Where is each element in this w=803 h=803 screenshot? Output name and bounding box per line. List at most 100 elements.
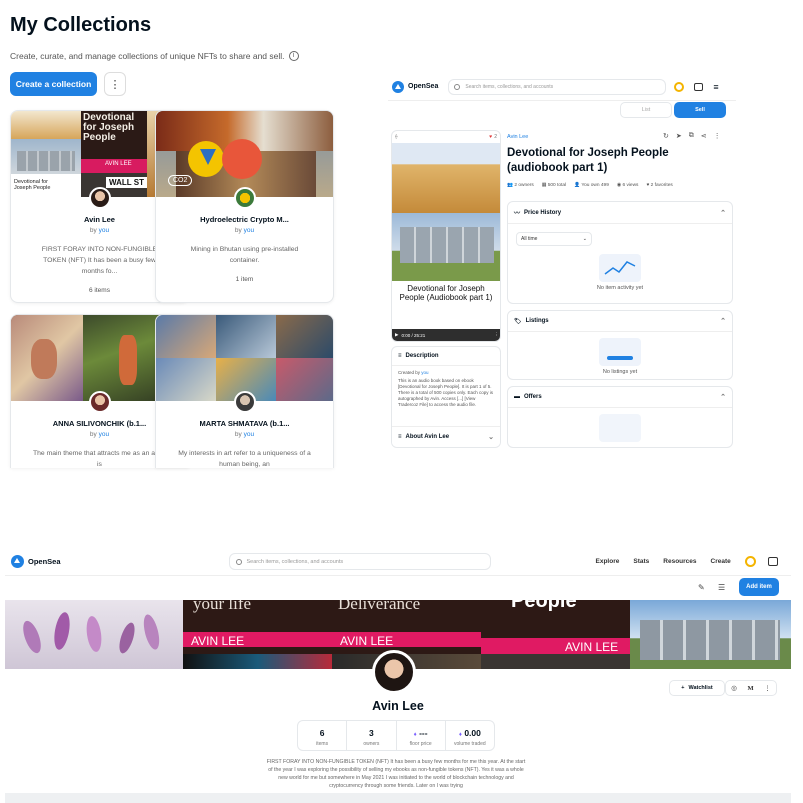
medium-icon[interactable]: M <box>748 685 754 692</box>
chevron-down-icon: ⌄ <box>488 434 494 441</box>
add-item-button[interactable]: Add item <box>739 578 779 596</box>
send-icon[interactable]: ➤ <box>676 132 682 140</box>
edit-icon[interactable]: ✎ <box>698 583 705 592</box>
list-button[interactable]: List <box>620 102 672 118</box>
search-input[interactable]: Search items, collections, and accounts <box>228 553 491 570</box>
nav-create[interactable]: Create <box>711 558 731 565</box>
collection-name: Hydroelectric Crypto M... <box>200 215 289 224</box>
offers-empty-illustration <box>599 414 641 442</box>
search-icon <box>454 83 461 90</box>
time-filter-select[interactable]: All time ⌄ <box>516 232 592 246</box>
collection-description: My interests in art refer to a uniquenes… <box>178 450 311 468</box>
watchlist-button[interactable]: + Watchlist <box>669 680 725 696</box>
eye-icon: ◉ <box>616 183 622 188</box>
nav-stats[interactable]: Stats <box>633 558 649 565</box>
banner-street-sign: WALL ST <box>106 177 147 188</box>
search-icon <box>235 558 242 565</box>
avatar <box>233 391 256 413</box>
sell-button[interactable]: Sell <box>674 102 726 118</box>
audio-player[interactable]: ▶ 0:00 / 25:21 ⋮ <box>392 329 500 341</box>
create-collection-button[interactable]: Create a collection <box>10 72 97 96</box>
total-stat: ▦ 500 total <box>541 183 567 188</box>
external-link-icon[interactable]: ⧉ <box>689 132 694 140</box>
asset-actions: ↻ ➤ ⧉ ⋖ ⋮ <box>663 132 721 140</box>
description-body: Created by you This is an audio book bas… <box>392 366 500 412</box>
owner-link[interactable]: you <box>99 227 109 234</box>
favorite-icon[interactable]: ♥ <box>489 134 492 140</box>
collection-card-hydroelectric[interactable]: CO2 Hydroelectric Crypto M... by you Min… <box>155 110 334 303</box>
collection-link[interactable]: Avin Lee <box>507 134 528 140</box>
list-view-icon[interactable]: ☰ <box>718 583 725 592</box>
brand-name[interactable]: OpenSea <box>28 557 61 566</box>
collection-name: MARTA SHMATAVA (b.1... <box>199 419 290 428</box>
collection-owner: by you <box>234 227 255 234</box>
chevron-up-icon: ⌃ <box>720 318 726 325</box>
brand-name[interactable]: OpenSea <box>408 83 438 90</box>
bottom-scroll-shadow <box>5 793 791 803</box>
asset-title: Devotional for Joseph People (audiobook … <box>507 147 669 174</box>
chain-icon: ⟠ <box>395 134 398 140</box>
more-icon[interactable]: ⋮ <box>495 332 500 338</box>
refresh-icon[interactable]: ↻ <box>663 132 669 140</box>
wallet-status-icon[interactable] <box>744 556 756 567</box>
owner-link[interactable]: you <box>99 431 109 438</box>
description-header[interactable]: ≡ Description <box>392 347 500 366</box>
more-options-button[interactable]: ⋮ <box>104 72 126 96</box>
more-icon[interactable]: ⋮ <box>764 684 771 692</box>
wallet-status-icon[interactable] <box>674 81 685 92</box>
created-by-label: Created by <box>398 370 421 375</box>
stat-owners[interactable]: 3 owners <box>347 721 397 750</box>
profile-name: Avin Lee <box>372 699 424 713</box>
no-listings-text: No listings yet <box>602 369 638 375</box>
creator-link[interactable]: you <box>421 370 428 375</box>
info-icon[interactable]: i <box>288 51 299 61</box>
collection-card-marta-shmatava[interactable]: MARTA SHMATAVA (b.1... by you My interes… <box>155 314 334 468</box>
chevron-down-icon: ⌄ <box>582 236 587 242</box>
asset-stats: 👥 2 owners ▦ 500 total 👤 You own 499 ◉ 6… <box>507 183 673 188</box>
asset-header: OpenSea Search items, collections, and a… <box>388 73 736 101</box>
globe-icon[interactable]: ◎ <box>731 684 737 692</box>
owner-link[interactable]: you <box>244 227 254 234</box>
stat-floor-price[interactable]: ♦ --- floor price <box>397 721 446 750</box>
nav-explore[interactable]: Explore <box>596 558 620 565</box>
offers-header[interactable]: ▬ Offers ⌃ <box>508 387 732 408</box>
profile-page: OpenSea Search items, collections, and a… <box>5 548 791 803</box>
opensea-logo-icon[interactable] <box>392 80 404 93</box>
menu-icon[interactable]: ≡ <box>713 82 718 91</box>
description-panel: ≡ Description Created by you This is an a… <box>391 346 501 448</box>
you-own-stat: 👤 You own 499 <box>574 183 609 188</box>
more-icon[interactable]: ⋮ <box>714 132 721 140</box>
subtitle-text: Create, curate, and manage collections o… <box>10 51 285 61</box>
views-stat: ◉ 6 views <box>616 183 639 188</box>
owner-link[interactable]: you <box>244 431 254 438</box>
wallet-icon[interactable] <box>694 82 704 91</box>
opensea-logo-icon[interactable] <box>11 555 24 568</box>
profile-bio: FIRST FORAY INTO NON-FUNGIBLE TOKEN (NFT… <box>266 759 526 789</box>
stat-items[interactable]: 6 items <box>298 721 348 750</box>
collection-description: Mining in Bhutan using pre-installed con… <box>190 246 299 264</box>
wallet-icon[interactable] <box>767 557 778 566</box>
share-icon[interactable]: ⋖ <box>701 132 707 140</box>
price-history-header[interactable]: 〰 Price History ⌃ <box>508 202 732 224</box>
profile-header: OpenSea Search items, collections, and a… <box>5 548 791 576</box>
banner-silos <box>630 600 791 669</box>
owners-stat: 👥 2 owners <box>507 183 534 188</box>
banner-book-1: your life AVIN LEE <box>183 600 332 669</box>
stat-volume-traded[interactable]: ♦ 0.00 volume traded <box>446 721 494 750</box>
description-text: This is an audio book based on ebook [De… <box>398 378 493 407</box>
collection-owner: by you <box>234 431 255 438</box>
favorites-stat: ♥ 2 favorites <box>646 183 673 188</box>
listings-header[interactable]: 🏷 Listings ⌃ <box>508 311 732 332</box>
chevron-up-icon: ⌃ <box>720 209 726 217</box>
avatar <box>88 391 111 413</box>
nav-resources[interactable]: Resources <box>663 558 696 565</box>
play-icon[interactable]: ▶ <box>395 332 398 338</box>
chart-empty-illustration <box>599 254 641 282</box>
player-time: 0:00 / 25:21 <box>401 332 426 338</box>
search-input[interactable]: Search items, collections, and accounts <box>448 78 667 95</box>
about-header[interactable]: ≡ About Avin Lee ⌄ <box>392 426 500 447</box>
offers-icon: ▬ <box>514 394 520 400</box>
cover-title: Devotional for Joseph People (Audiobook … <box>399 284 493 302</box>
eth-icon: ♦ <box>413 732 417 738</box>
favorite-count: 2 <box>494 134 497 140</box>
